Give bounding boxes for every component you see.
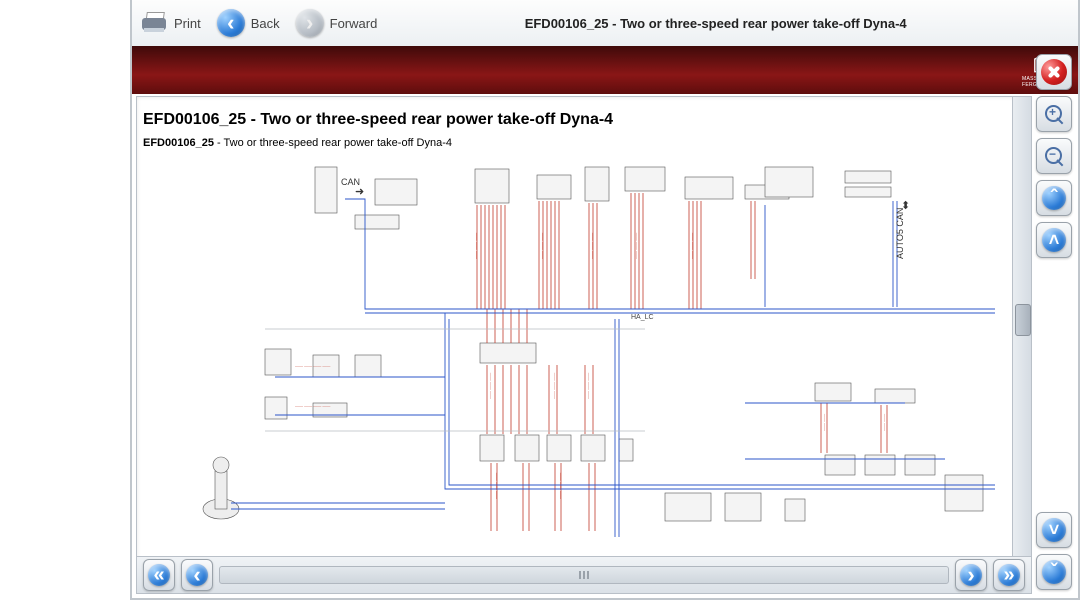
chevron-up-icon	[1042, 228, 1066, 252]
last-page-button[interactable]	[993, 559, 1025, 591]
svg-text:—— —— ——: —— —— ——	[589, 233, 594, 259]
scroll-bottom-button[interactable]	[1036, 554, 1072, 590]
vertical-scrollbar-thumb[interactable]	[1015, 304, 1031, 336]
forward-button[interactable]: Forward	[296, 9, 378, 37]
forward-arrow-icon	[296, 9, 324, 37]
printer-icon	[140, 12, 168, 34]
zoom-in-button[interactable]	[1036, 96, 1072, 132]
svg-text:—— —— ——: —— —— ——	[493, 473, 498, 499]
zoom-out-button[interactable]	[1036, 138, 1072, 174]
svg-text:—— —— ——: —— —— ——	[487, 373, 492, 399]
chevron-left-icon	[186, 564, 208, 586]
diagram-label-autocan: AUTO5 CAN	[895, 208, 905, 259]
vertical-scrollbar[interactable]	[1012, 97, 1031, 557]
document-sub-code: EFD00106_25	[143, 137, 214, 149]
svg-text:—— —— ——: —— —— ——	[473, 233, 478, 259]
svg-text:—— —— ——: —— —— ——	[557, 473, 562, 499]
svg-text:—— ——: —— ——	[821, 414, 826, 431]
brand-band: MASSEY FERGUSON	[132, 46, 1078, 94]
next-page-button[interactable]	[955, 559, 987, 591]
bottom-nav-bar	[137, 556, 1031, 593]
top-toolbar: Print Back Forward EFD00106_25 - Two or …	[132, 0, 1078, 47]
scroll-down-button[interactable]	[1036, 512, 1072, 548]
double-chevron-up-icon	[1042, 186, 1066, 210]
close-button[interactable]	[1036, 54, 1072, 90]
viewer-frame: Print Back Forward EFD00106_25 - Two or …	[130, 0, 1080, 600]
print-button[interactable]: Print	[140, 12, 201, 34]
horizontal-scrollbar-grip[interactable]	[575, 569, 593, 581]
document-heading: EFD00106_25 - Two or three-speed rear po…	[143, 111, 1007, 129]
side-tool-column	[1034, 48, 1074, 594]
double-chevron-right-icon	[998, 564, 1020, 586]
first-page-button[interactable]	[143, 559, 175, 591]
svg-text:➜: ➜	[355, 186, 364, 198]
forward-label: Forward	[330, 16, 378, 31]
chevron-down-icon	[1042, 518, 1066, 542]
svg-text:—— —— ——: —— —— ——	[551, 373, 556, 399]
double-chevron-down-icon	[1042, 560, 1066, 584]
close-icon	[1041, 59, 1067, 85]
content-scroll-view[interactable]: EFD00106_25 - Two or three-speed rear po…	[137, 97, 1013, 557]
wiring-diagram[interactable]: CAN ➜ AUTO5 CAN ⬍ HA_LC —— —— —— —— —— —…	[143, 159, 1007, 539]
svg-text:—— —— —— ——: —— —— —— ——	[295, 403, 330, 408]
svg-text:—— —— ——: —— —— ——	[633, 233, 638, 259]
zoom-out-icon	[1043, 145, 1065, 167]
svg-text:—— —— ——: —— —— ——	[689, 233, 694, 259]
svg-text:⬍: ⬍	[901, 200, 910, 212]
horizontal-scrollbar[interactable]	[219, 566, 949, 584]
back-label: Back	[251, 16, 280, 31]
chevron-right-icon	[960, 564, 982, 586]
svg-text:—— —— ——: —— —— ——	[585, 373, 590, 399]
content-panel: EFD00106_25 - Two or three-speed rear po…	[136, 96, 1032, 594]
page-title: EFD00106_25 - Two or three-speed rear po…	[393, 16, 1038, 31]
svg-text:—— —— —— ——: —— —— —— ——	[295, 363, 330, 368]
double-chevron-left-icon	[148, 564, 170, 586]
scroll-up-button[interactable]	[1036, 222, 1072, 258]
diagram-label-halc: HA_LC	[631, 314, 654, 321]
scroll-top-button[interactable]	[1036, 180, 1072, 216]
svg-text:—— —— ——: —— —— ——	[539, 233, 544, 259]
document-sub-desc: - Two or three-speed rear power take-off…	[214, 137, 452, 149]
svg-text:—— ——: —— ——	[881, 414, 886, 431]
back-button[interactable]: Back	[217, 9, 280, 37]
zoom-in-icon	[1043, 103, 1065, 125]
document-subheading: EFD00106_25 - Two or three-speed rear po…	[143, 137, 1007, 149]
back-arrow-icon	[217, 9, 245, 37]
print-label: Print	[174, 16, 201, 31]
prev-page-button[interactable]	[181, 559, 213, 591]
